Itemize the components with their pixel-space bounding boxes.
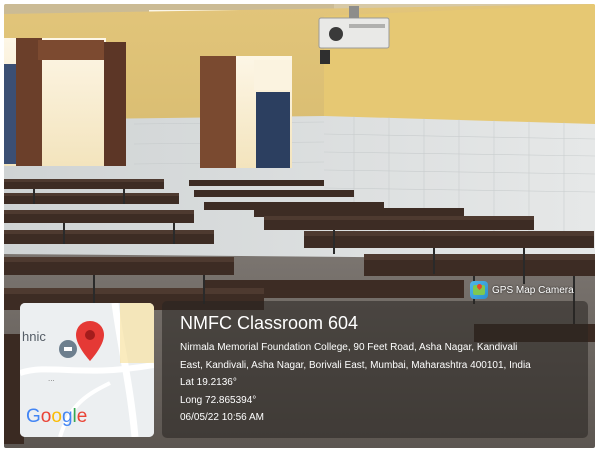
svg-text:...: ... xyxy=(48,374,55,383)
latitude-text: Lat 19.2136° xyxy=(180,377,237,388)
address-line-2: East, Kandivali, Asha Nagar, Borivali Ea… xyxy=(180,360,531,371)
map-place-label: hnic xyxy=(22,329,46,344)
image-frame: GPS Map Camera ... hnic Google NMFC Clas… xyxy=(0,0,599,452)
address-line-1: Nirmala Memorial Foundation College, 90 … xyxy=(180,342,518,353)
gps-map-camera-label: GPS Map Camera xyxy=(492,284,574,296)
map-thumbnail: ... hnic Google xyxy=(20,303,154,437)
gps-map-camera-icon xyxy=(470,281,488,299)
longitude-text: Long 72.865394° xyxy=(180,395,257,406)
datetime-text: 06/05/22 10:56 AM xyxy=(180,412,264,423)
gps-map-camera-badge: GPS Map Camera xyxy=(470,280,574,300)
location-title: NMFC Classroom 604 xyxy=(180,313,359,333)
google-logo: Google xyxy=(26,406,88,427)
location-pin-icon xyxy=(76,321,104,361)
